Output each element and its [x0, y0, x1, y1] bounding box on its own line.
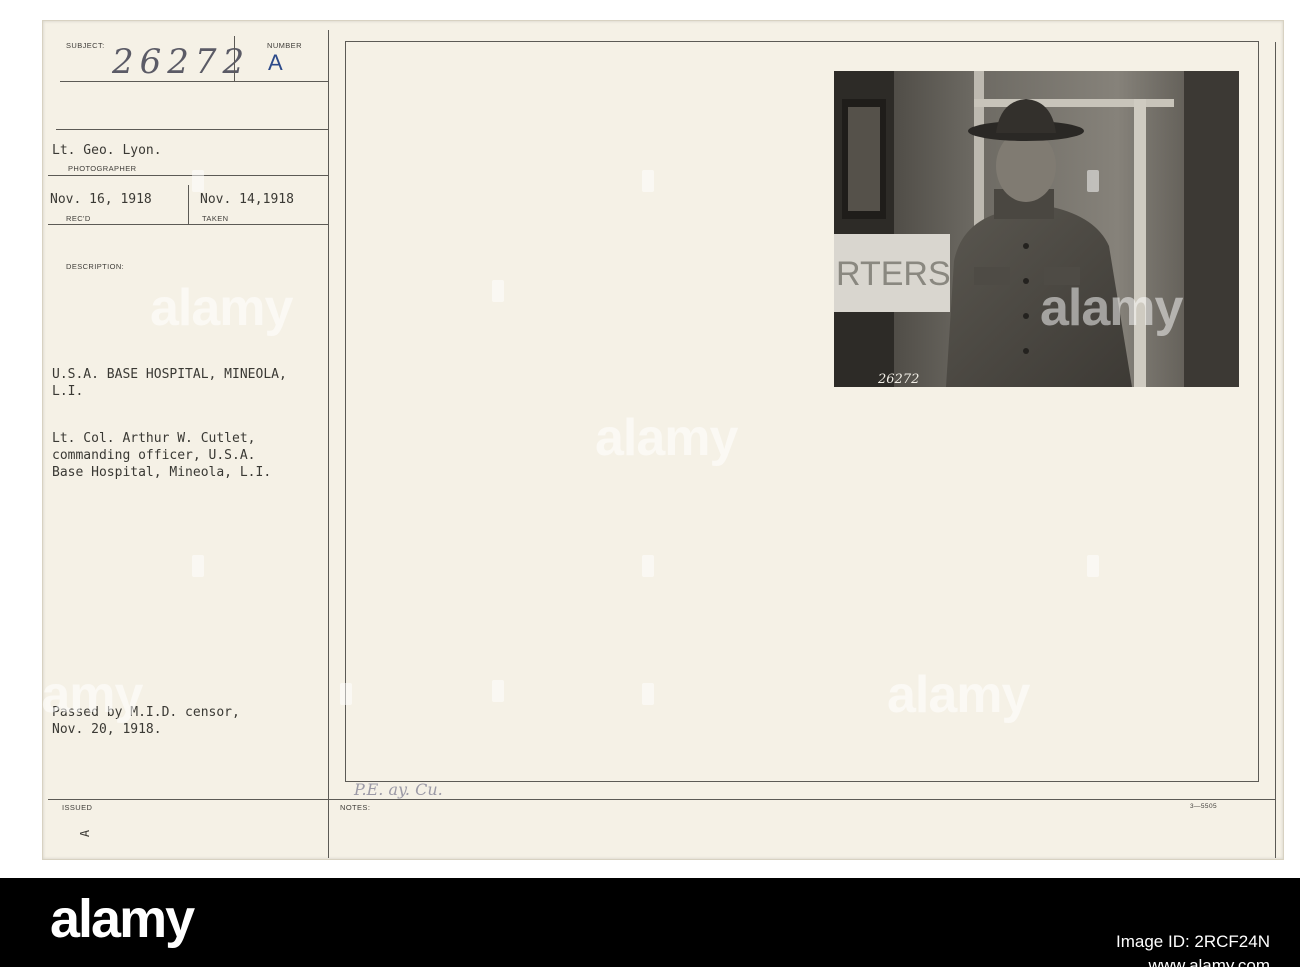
portrait-photograph: RTERS 26272 — [834, 71, 1239, 387]
watermark-dot — [340, 683, 352, 705]
watermark-dot — [192, 555, 204, 577]
footer-image-id: Image ID: 2RCF24N — [1116, 932, 1270, 951]
stock-footer-bar — [0, 878, 1300, 967]
recd-date: Nov. 16, 1918 — [50, 192, 152, 207]
taken-date: Nov. 14,1918 — [200, 192, 294, 207]
taken-label: TAKEN — [202, 214, 229, 223]
notes-label: NOTES: — [340, 803, 371, 812]
caption-line-3: Base Hospital, Mineola, L.I. — [52, 465, 272, 480]
notes-handwritten: P.E. ay. Cu. — [354, 780, 443, 799]
watermark-dot — [642, 555, 654, 577]
watermark-dot — [642, 683, 654, 705]
bottom-separator — [48, 799, 1275, 800]
watermark-1: alamy — [150, 279, 293, 337]
watermark-dot — [1087, 170, 1099, 192]
footer-logo: alamy — [50, 889, 195, 949]
number-label: NUMBER — [267, 41, 302, 50]
issued-mark: A — [78, 829, 93, 838]
description-label: DESCRIPTION: — [66, 262, 125, 271]
watermark-3: alamy — [1040, 279, 1183, 337]
description-line-1: U.S.A. BASE HOSPITAL, MINEOLA, — [52, 367, 287, 382]
card-right-border — [1275, 42, 1276, 858]
caption-line-1: Lt. Col. Arthur W. Cutlet, — [52, 431, 256, 446]
dates-underline — [48, 224, 328, 225]
top-separator — [56, 129, 328, 130]
photographer-underline — [48, 175, 328, 176]
subject-number: 26272 — [112, 42, 251, 82]
negative-number: 26272 — [877, 372, 919, 387]
subject-underline — [60, 81, 328, 82]
recd-label: REC'D — [66, 214, 91, 223]
watermark-dot — [642, 170, 654, 192]
number-value: A — [268, 50, 283, 75]
watermark-dot — [1087, 555, 1099, 577]
description-line-2: L.I. — [52, 384, 84, 399]
caption-line-2: commanding officer, U.S.A. — [52, 448, 256, 463]
footer-info: Image ID: 2RCF24N www.alamy.com — [1116, 930, 1270, 978]
photographer-label: PHOTOGRAPHER — [68, 164, 137, 173]
subject-number-divider — [234, 36, 235, 82]
photograph-image: RTERS 26272 — [834, 71, 1239, 387]
watermark-5: alamy — [0, 666, 143, 724]
subject-label: SUBJECT: — [66, 41, 105, 50]
issued-label: ISSUED — [62, 803, 93, 812]
watermark-dot — [492, 680, 504, 702]
sign-text: RTERS — [836, 255, 951, 293]
watermark-dot — [492, 280, 504, 302]
watermark-dot — [192, 170, 204, 192]
form-number: 3—5505 — [1190, 803, 1217, 810]
footer-url: www.alamy.com — [1148, 956, 1270, 975]
photographer-value: Lt. Geo. Lyon. — [52, 143, 162, 158]
dates-divider — [188, 185, 189, 225]
watermark-2: alamy — [595, 409, 738, 467]
watermark-4: alamy — [887, 666, 1030, 724]
left-column-divider — [328, 30, 329, 858]
page: SUBJECT: 26272 NUMBER A Lt. Geo. Lyon. P… — [0, 0, 1300, 975]
